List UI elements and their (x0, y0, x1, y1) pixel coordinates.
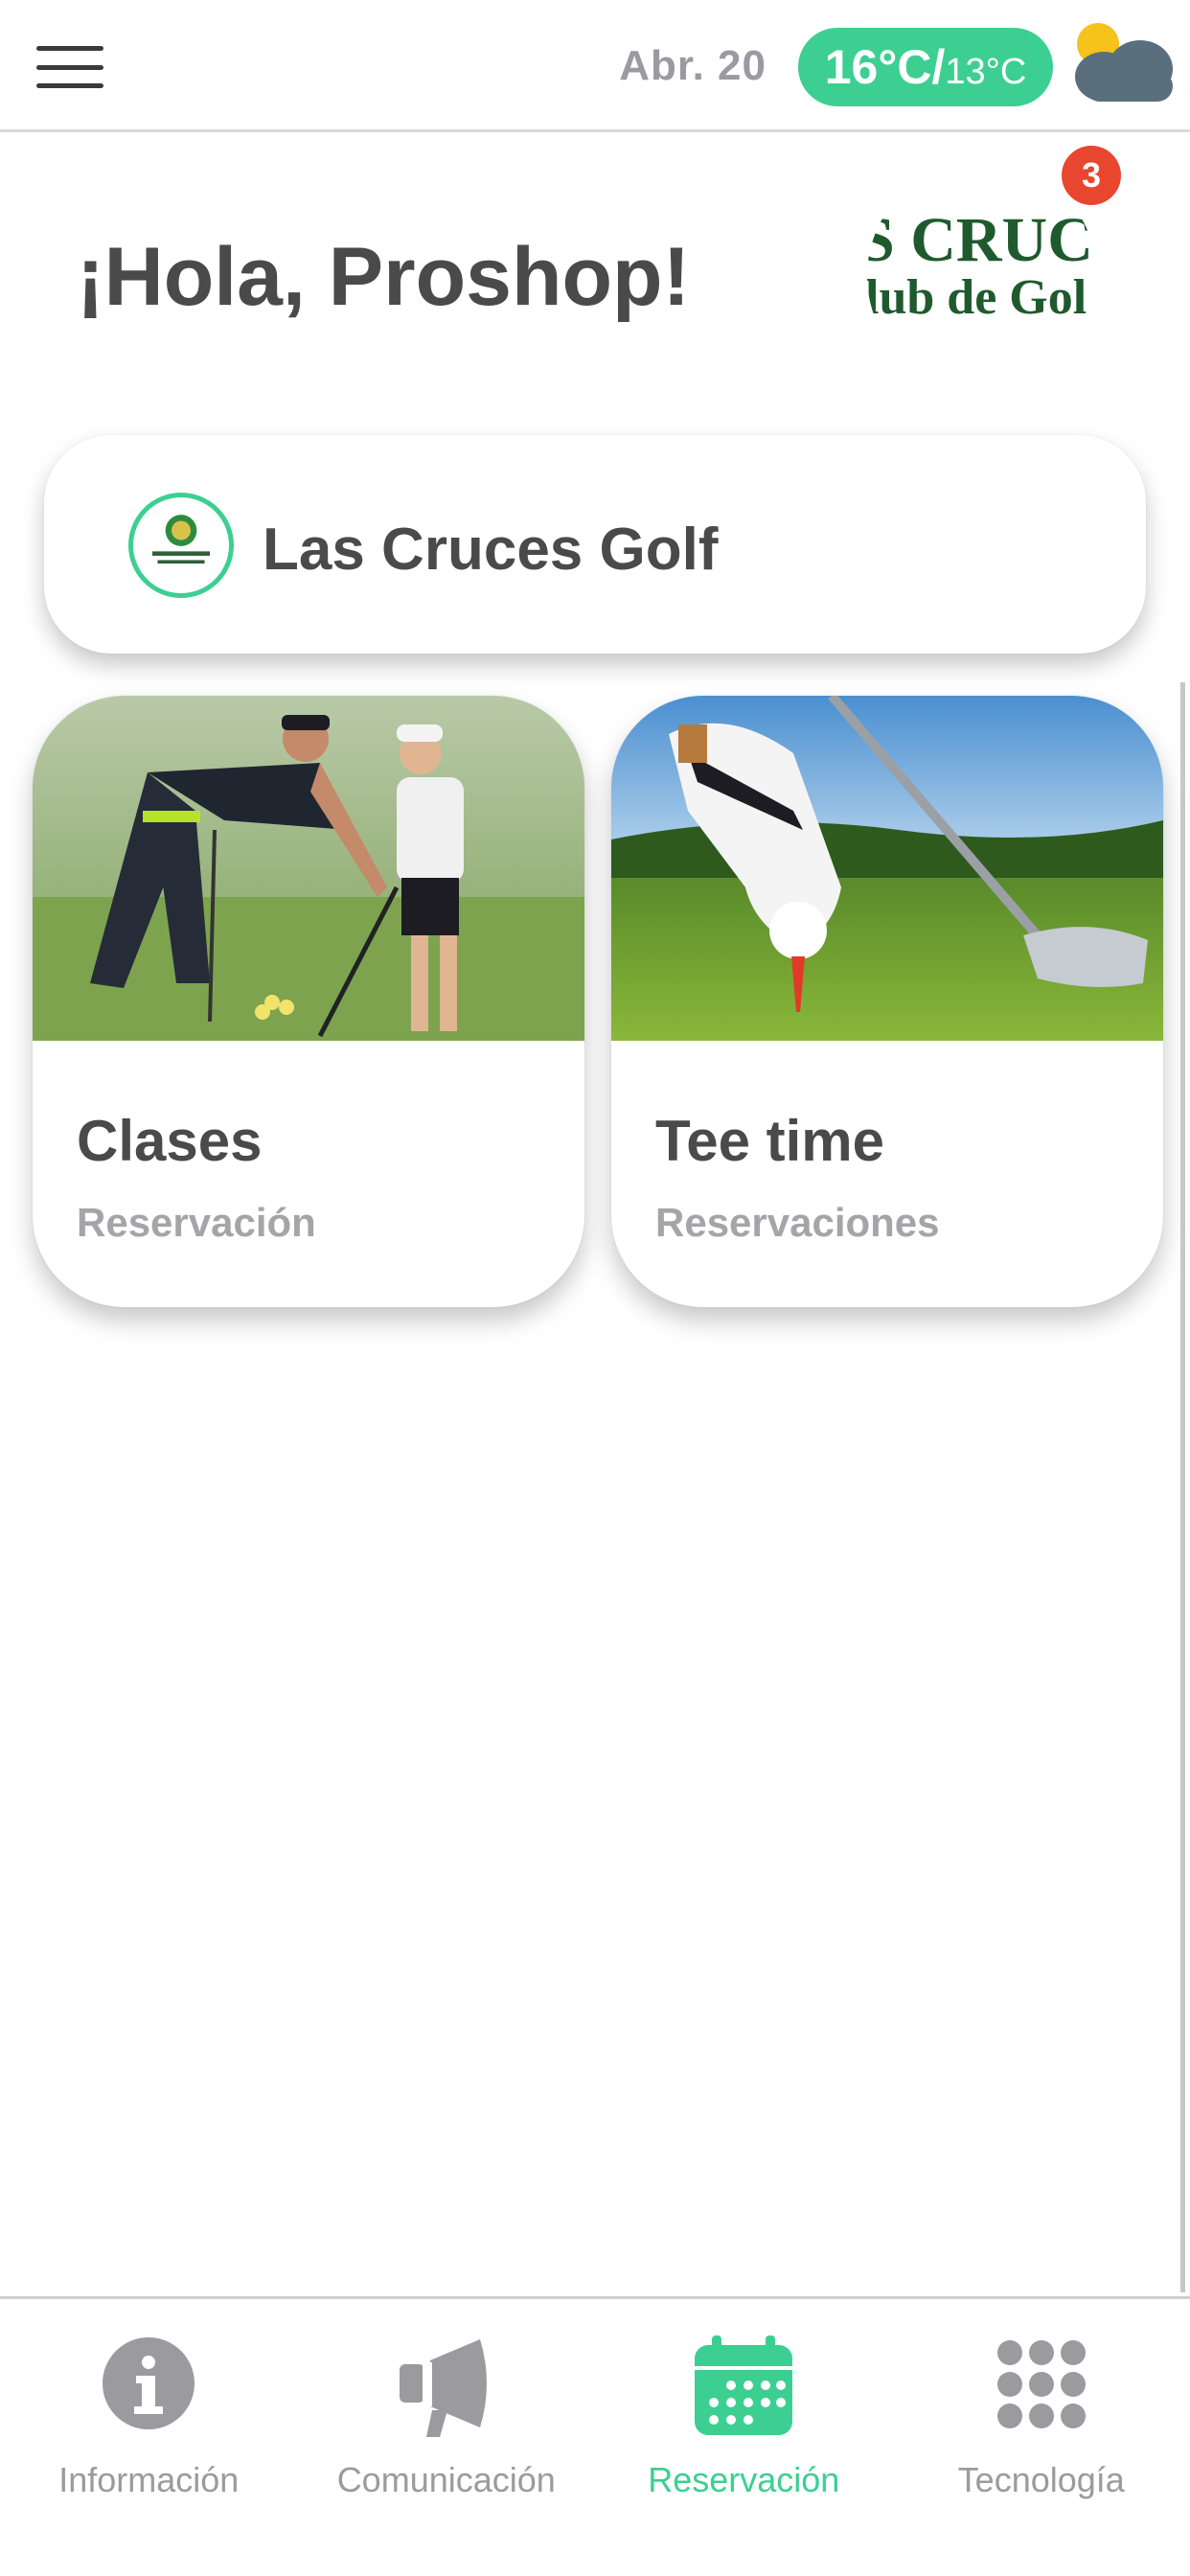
top-bar: Abr. 20 16°C/ 13°C (0, 0, 1190, 132)
service-title: Tee time (655, 1109, 884, 1173)
notification-badge[interactable]: 3 (1062, 146, 1121, 205)
club-name: Las Cruces Golf (263, 517, 719, 583)
temperature-high: 16°C/ (824, 40, 946, 94)
temperature-pill: 16°C/ 13°C (798, 28, 1053, 106)
info-icon (103, 2337, 195, 2429)
scrollbar[interactable] (1180, 682, 1185, 2292)
nav-item-comunicacion[interactable]: Comunicación (298, 2299, 596, 2576)
service-title: Clases (77, 1109, 263, 1173)
club-logo-line2: lub de Gol (867, 270, 1087, 325)
greeting-title: ¡Hola, Proshop! (77, 231, 691, 323)
service-subtitle: Reservación (77, 1200, 316, 1245)
hamburger-menu-icon[interactable] (36, 46, 103, 88)
club-logo-line1: S CRUC (867, 205, 1093, 275)
service-card-clases[interactable]: Clases Reservación (33, 696, 584, 1307)
nav-label: Información (58, 2460, 240, 2499)
partly-cloudy-icon (1075, 23, 1173, 102)
nav-label: Reservación (648, 2460, 840, 2499)
nav-item-informacion[interactable]: Información (0, 2299, 298, 2576)
nav-item-tecnologia[interactable]: Tecnología (893, 2299, 1190, 2576)
service-subtitle: Reservaciones (655, 1200, 940, 1245)
bottom-navigation: Información Comunicación Reservación Tec… (0, 2296, 1190, 2576)
calendar-icon (695, 2335, 793, 2435)
current-date: Abr. 20 (619, 42, 767, 89)
club-selector[interactable]: Las Cruces Golf (44, 435, 1146, 654)
apps-grid-icon (996, 2340, 1086, 2428)
golf-tee-image (611, 696, 1163, 1041)
nav-item-reservacion[interactable]: Reservación (595, 2299, 893, 2576)
golf-lesson-image (33, 696, 584, 1041)
nav-label: Tecnología (957, 2460, 1125, 2499)
club-logo[interactable]: S CRUC lub de Gol (867, 161, 1097, 391)
temperature-low: 13°C (945, 51, 1027, 92)
service-card-tee-time[interactable]: Tee time Reservaciones (611, 696, 1163, 1307)
nav-label: Comunicación (336, 2460, 556, 2499)
megaphone-icon (399, 2339, 487, 2437)
club-emblem-icon (128, 493, 234, 598)
